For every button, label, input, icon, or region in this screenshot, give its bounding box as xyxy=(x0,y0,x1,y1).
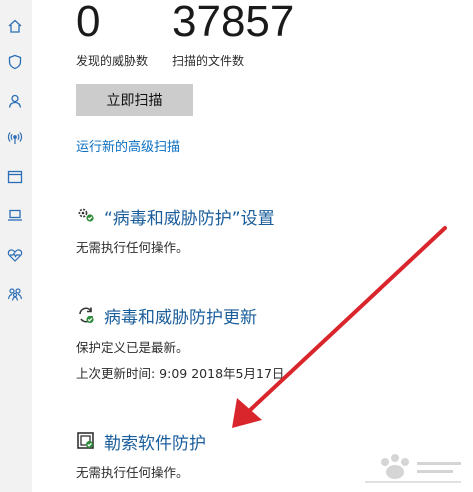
ransomware-protection-icon xyxy=(76,431,96,451)
threats-found-label: 发现的威胁数 xyxy=(76,54,149,68)
ransomware-status-text: 无需执行任何操作。 xyxy=(76,465,189,480)
settings-status-text: 无需执行任何操作。 xyxy=(76,240,189,255)
update-refresh-icon xyxy=(76,305,96,325)
defender-page: 0 发现的威胁数 37857 扫描的文件数 立即扫描 运行新的高级扫描 “病毒和… xyxy=(0,0,473,492)
settings-gear-icon xyxy=(76,205,96,225)
advanced-scan-link[interactable]: 运行新的高级扫描 xyxy=(76,136,180,155)
main-content: 0 发现的威胁数 37857 扫描的文件数 立即扫描 运行新的高级扫描 “病毒和… xyxy=(0,0,473,492)
files-scanned-label: 扫描的文件数 xyxy=(172,54,245,68)
files-scanned-count: 37857 xyxy=(172,0,295,46)
virus-protection-settings-title[interactable]: “病毒和威胁防护”设置 xyxy=(104,204,275,229)
last-update-time-text: 上次更新时间: 9:09 2018年5月17日 xyxy=(76,366,285,381)
scan-now-button[interactable]: 立即扫描 xyxy=(76,84,193,116)
virus-protection-updates-title[interactable]: 病毒和威胁防护更新 xyxy=(104,303,257,328)
threats-found-count: 0 xyxy=(76,0,101,46)
ransomware-protection-title[interactable]: 勒索软件防护 xyxy=(104,429,206,454)
updates-status-text: 保护定义已是最新。 xyxy=(76,340,189,355)
watermark-logo xyxy=(365,454,461,483)
